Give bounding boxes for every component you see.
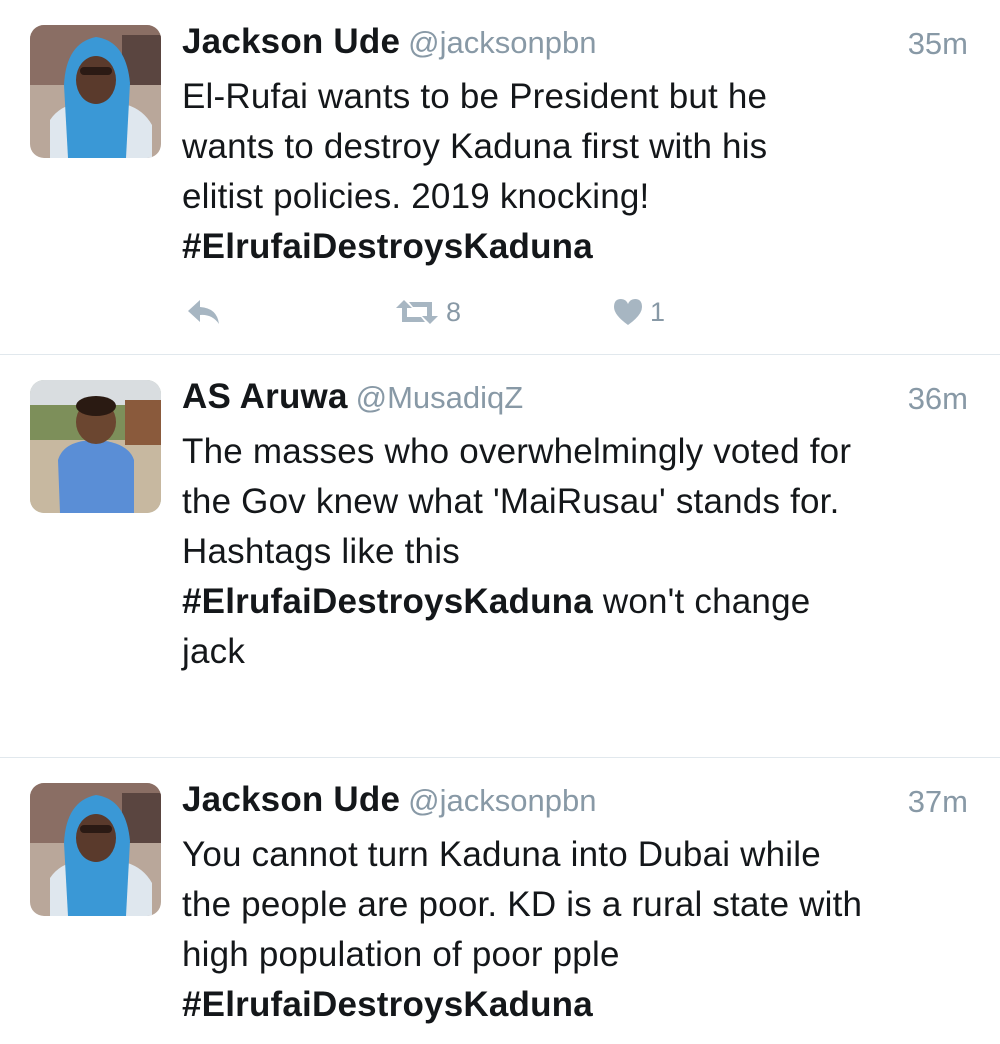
- tweet-text-line: Hashtags like this: [182, 532, 460, 571]
- retweet-icon: [396, 300, 438, 324]
- avatar[interactable]: [30, 380, 161, 513]
- tweet-text-line: The masses who overwhelmingly voted for: [182, 432, 852, 471]
- reply-icon: [188, 300, 219, 324]
- tweet-text-line: high population of poor pple: [182, 935, 620, 974]
- tweet-text-fragment: won't change: [592, 582, 811, 621]
- tweet[interactable]: AS Aruwa @MusadiqZ 36m The masses who ove…: [0, 355, 1000, 757]
- tweet-timeline: Jackson Ude @jacksonpbn 35m El-Rufai want…: [0, 0, 1000, 1044]
- hashtag-link[interactable]: #ElrufaiDestroysKaduna: [182, 980, 982, 1030]
- tweet-text-line: wants to destroy Kaduna first with his: [182, 127, 768, 166]
- tweet-text: The masses who overwhelmingly voted for …: [182, 427, 982, 677]
- tweet-text-line: #ElrufaiDestroysKaduna won't change: [182, 577, 982, 627]
- tweet-header: Jackson Ude @jacksonpbn 35m: [182, 22, 968, 66]
- like-count: 1: [650, 296, 666, 327]
- reply-button[interactable]: [186, 292, 222, 332]
- heart-icon: [614, 299, 642, 325]
- avatar-image: [30, 783, 161, 916]
- author-name[interactable]: Jackson Ude: [182, 22, 400, 61]
- author-handle[interactable]: @jacksonpbn: [408, 25, 596, 60]
- avatar-image: [30, 25, 161, 158]
- tweet-text-line: the Gov knew what 'MaiRusau' stands for.: [182, 482, 840, 521]
- author-handle[interactable]: @MusadiqZ: [356, 380, 524, 415]
- retweet-button[interactable]: 8: [394, 292, 461, 332]
- avatar-image: [30, 380, 161, 513]
- tweet-text-line: elitist policies. 2019 knocking!: [182, 177, 650, 216]
- tweet-header: Jackson Ude @jacksonpbn 37m: [182, 780, 968, 824]
- avatar[interactable]: [30, 783, 161, 916]
- like-button[interactable]: 1: [612, 292, 665, 332]
- tweet-text: You cannot turn Kaduna into Dubai while …: [182, 830, 982, 1030]
- avatar[interactable]: [30, 25, 161, 158]
- tweet-text-line: the people are poor. KD is a rural state…: [182, 885, 863, 924]
- tweet-text-line: jack: [182, 632, 246, 671]
- author-name[interactable]: AS Aruwa: [182, 377, 348, 416]
- tweet-time[interactable]: 35m: [908, 26, 968, 62]
- hashtag-link[interactable]: #ElrufaiDestroysKaduna: [182, 582, 593, 621]
- tweet-text-line: You cannot turn Kaduna into Dubai while: [182, 835, 821, 874]
- author-name[interactable]: Jackson Ude: [182, 780, 400, 819]
- tweet-text: El-Rufai wants to be President but he wa…: [182, 72, 982, 272]
- retweet-count: 8: [446, 296, 462, 327]
- tweet-time[interactable]: 36m: [908, 381, 968, 417]
- tweet-time[interactable]: 37m: [908, 784, 968, 820]
- tweet-text-line: El-Rufai wants to be President but he: [182, 77, 768, 116]
- tweet-actions: 8 1: [182, 292, 782, 332]
- tweet[interactable]: Jackson Ude @jacksonpbn 35m El-Rufai want…: [0, 0, 1000, 354]
- tweet-header: AS Aruwa @MusadiqZ 36m: [182, 377, 968, 421]
- author-handle[interactable]: @jacksonpbn: [408, 783, 596, 818]
- hashtag-link[interactable]: #ElrufaiDestroysKaduna: [182, 222, 982, 272]
- tweet[interactable]: Jackson Ude @jacksonpbn 37m You cannot tu…: [0, 758, 1000, 1044]
